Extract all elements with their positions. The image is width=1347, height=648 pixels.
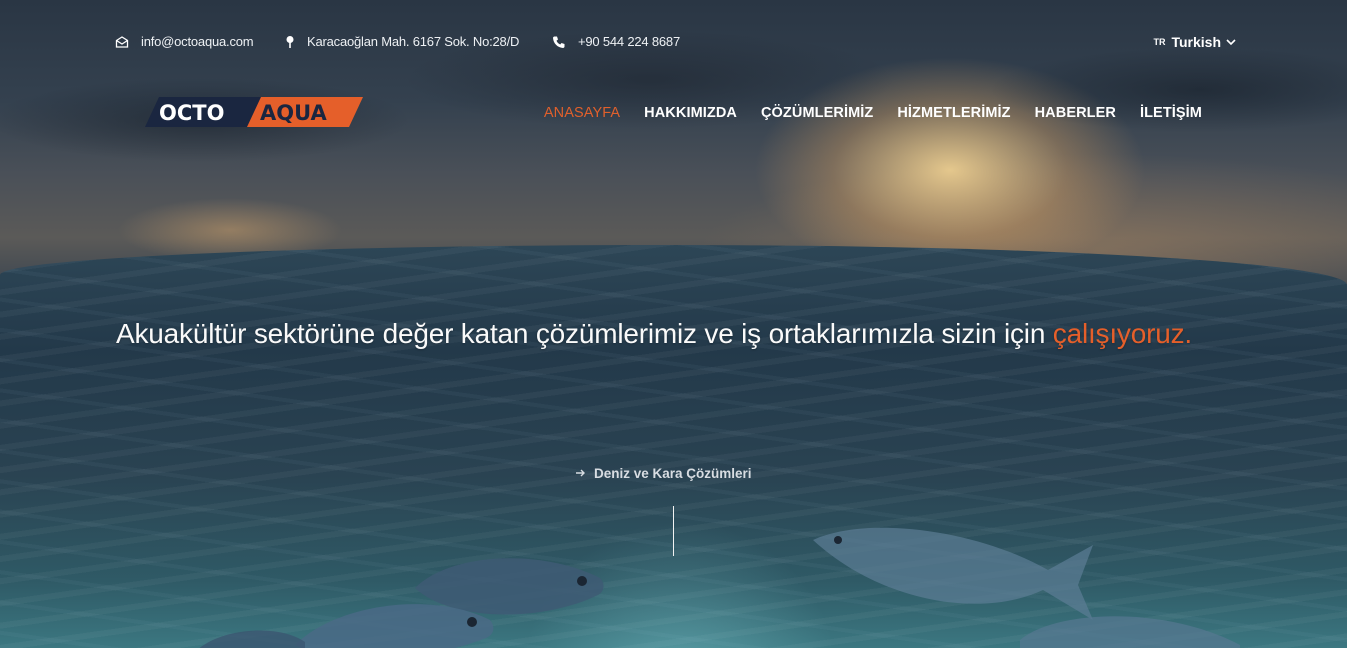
nav-item-hizmetlerimiz[interactable]: HİZMETLERİMİZ: [897, 105, 1010, 121]
envelope-icon: [115, 35, 129, 49]
hero-headline: Akuakültür sektörüne değer katan çözümle…: [116, 318, 1192, 350]
arrow-right-icon: [575, 466, 586, 481]
phone-contact[interactable]: +90 544 224 8687: [552, 34, 680, 49]
phone-icon: [552, 35, 566, 49]
chevron-down-icon: [1225, 34, 1237, 50]
fish-illustration-3: [199, 630, 305, 648]
main-navigation: ANASAYFA HAKKIMIZDA ÇÖZÜMLERİMİZ HİZMETL…: [544, 105, 1202, 121]
phone-text[interactable]: +90 544 224 8687: [578, 34, 680, 49]
language-selector[interactable]: TR Turkish: [1153, 34, 1237, 50]
nav-item-haberler[interactable]: HABERLER: [1035, 105, 1116, 121]
nav-item-iletisim[interactable]: İLETİŞİM: [1140, 105, 1202, 121]
email-text[interactable]: info@octoaqua.com: [141, 34, 254, 49]
email-contact[interactable]: info@octoaqua.com: [115, 34, 254, 49]
language-label: Turkish: [1171, 34, 1221, 50]
hero-headline-main: Akuakültür sektörüne değer katan çözümle…: [116, 318, 1053, 349]
hero-headline-accent: çalışıyoruz.: [1052, 318, 1192, 349]
solutions-link[interactable]: Deniz ve Kara Çözümleri: [575, 466, 752, 481]
address-contact: Karacaoğlan Mah. 6167 Sok. No:28/D: [285, 34, 519, 49]
nav-item-anasayfa[interactable]: ANASAYFA: [544, 105, 620, 121]
top-info-bar: info@octoaqua.com Karacaoğlan Mah. 6167 …: [115, 34, 1237, 52]
fish-illustration-2: [295, 604, 494, 648]
nav-item-hakkimizda[interactable]: HAKKIMIZDA: [644, 105, 737, 121]
address-text: Karacaoğlan Mah. 6167 Sok. No:28/D: [307, 34, 520, 49]
logo-text-octo: OCTO: [159, 101, 224, 125]
solutions-link-label[interactable]: Deniz ve Kara Çözümleri: [594, 466, 752, 481]
scroll-indicator-line: [673, 506, 674, 556]
octo-aqua-logo[interactable]: OCTO AQUA: [145, 97, 363, 127]
fish-illustration-5: [1020, 616, 1240, 648]
language-code: TR: [1153, 37, 1166, 47]
nav-item-cozumlerimiz[interactable]: ÇÖZÜMLERİMİZ: [761, 105, 873, 121]
logo-text-aqua: AQUA: [260, 101, 328, 125]
map-pin-icon: [285, 35, 295, 49]
